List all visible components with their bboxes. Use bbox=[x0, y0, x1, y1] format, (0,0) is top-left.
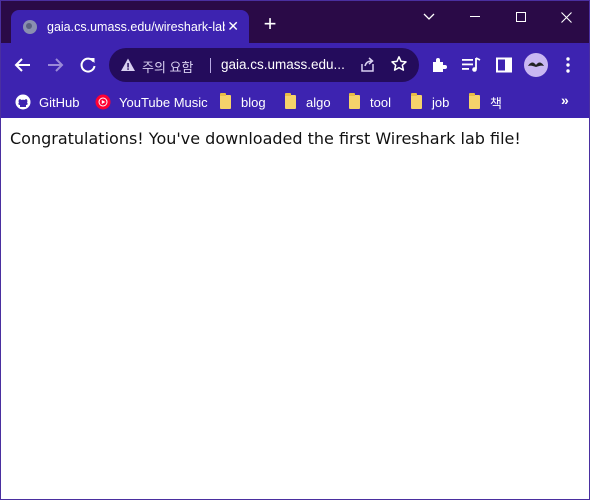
bookmark-folder-blog[interactable]: blog bbox=[217, 91, 266, 113]
bookmark-label: 책 bbox=[490, 95, 502, 111]
menu-icon[interactable] bbox=[558, 55, 578, 75]
folder-icon bbox=[466, 93, 482, 110]
share-icon[interactable] bbox=[359, 56, 377, 74]
tab-strip: gaia.cs.umass.edu/wireshark-lab ✕ + bbox=[1, 1, 589, 43]
media-control-icon[interactable] bbox=[461, 55, 481, 75]
bookmark-label: blog bbox=[241, 94, 266, 110]
browser-window: gaia.cs.umass.edu/wireshark-lab ✕ + 주의 요… bbox=[0, 0, 590, 500]
toolbar: 주의 요함 gaia.cs.umass.edu... bbox=[1, 43, 589, 87]
bookmark-youtube-music[interactable]: YouTube Music bbox=[95, 91, 208, 113]
star-icon[interactable] bbox=[390, 55, 408, 73]
bookmark-folder-tool[interactable]: tool bbox=[346, 91, 391, 113]
page-content: Congratulations! You've downloaded the f… bbox=[1, 118, 589, 499]
tab-active[interactable]: gaia.cs.umass.edu/wireshark-lab ✕ bbox=[11, 10, 249, 43]
minimize-icon[interactable] bbox=[452, 1, 498, 33]
page-message: Congratulations! You've downloaded the f… bbox=[10, 129, 521, 148]
security-status[interactable]: 주의 요함 bbox=[142, 57, 193, 76]
bookmark-label: job bbox=[432, 94, 450, 110]
bookmark-github[interactable]: GitHub bbox=[15, 91, 79, 113]
back-icon[interactable] bbox=[11, 53, 35, 77]
warning-icon[interactable] bbox=[120, 57, 136, 73]
folder-icon bbox=[282, 93, 298, 110]
reload-icon[interactable] bbox=[76, 53, 100, 77]
youtube-music-icon bbox=[95, 94, 111, 110]
bookmark-label: YouTube Music bbox=[119, 94, 208, 110]
bookmarks-bar: GitHub YouTube Music blog algo tool job … bbox=[1, 87, 589, 118]
tab-search-chevron-down-icon[interactable] bbox=[406, 1, 452, 33]
bookmark-label: algo bbox=[306, 94, 331, 110]
side-panel-icon[interactable] bbox=[494, 55, 514, 75]
address-bar[interactable]: 주의 요함 gaia.cs.umass.edu... bbox=[109, 48, 419, 82]
url-text[interactable]: gaia.cs.umass.edu... bbox=[221, 57, 349, 72]
github-icon bbox=[15, 94, 31, 110]
new-tab-button[interactable]: + bbox=[259, 13, 281, 35]
folder-icon bbox=[217, 93, 233, 110]
bookmark-folder-job[interactable]: job bbox=[408, 91, 449, 113]
folder-icon bbox=[346, 93, 362, 110]
maximize-icon[interactable] bbox=[498, 1, 544, 33]
close-icon[interactable] bbox=[543, 1, 589, 33]
bookmark-folder-book[interactable]: 책 bbox=[466, 91, 502, 113]
omnibox-divider bbox=[210, 58, 211, 73]
folder-icon bbox=[408, 93, 424, 110]
bookmark-folder-algo[interactable]: algo bbox=[282, 91, 331, 113]
extensions-icon[interactable] bbox=[429, 55, 449, 75]
globe-icon bbox=[23, 19, 37, 34]
forward-icon[interactable] bbox=[43, 53, 67, 77]
tab-close-icon[interactable]: ✕ bbox=[225, 18, 241, 35]
bookmark-label: tool bbox=[370, 94, 391, 110]
bookmarks-overflow-button[interactable]: » bbox=[561, 92, 569, 108]
bookmark-label: GitHub bbox=[39, 94, 80, 110]
profile-avatar[interactable] bbox=[524, 53, 548, 77]
tab-title: gaia.cs.umass.edu/wireshark-lab bbox=[47, 19, 226, 34]
